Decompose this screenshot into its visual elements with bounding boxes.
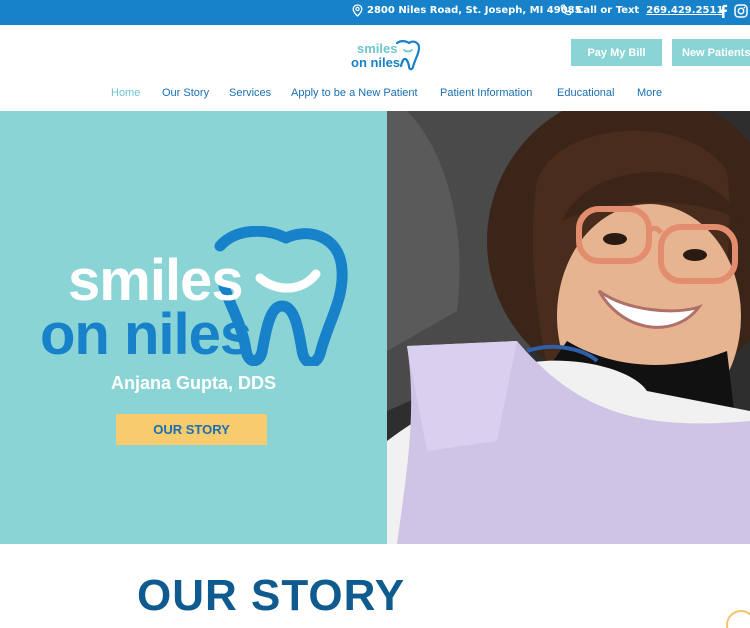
our-story-button[interactable]: OUR STORY: [116, 414, 267, 445]
map-pin-icon: [352, 4, 363, 17]
nav-item-our-story[interactable]: Our Story: [162, 87, 209, 99]
our-story-section: OUR STORY: [0, 544, 750, 628]
new-patients-button[interactable]: New Patients: [672, 39, 750, 66]
hero-logo: smiles on niles: [40, 226, 348, 366]
story-heading: OUR STORY: [137, 571, 406, 620]
nav-item-apply-new-patient[interactable]: Apply to be a New Patient: [291, 87, 418, 99]
call-label: Call or Text: [576, 4, 640, 16]
address-text: 2800 Niles Road, St. Joseph, MI 49085: [367, 5, 582, 16]
facebook-icon[interactable]: [718, 4, 728, 18]
call-block: Call or Text 269.429.2511: [560, 4, 723, 16]
nav-item-patient-information[interactable]: Patient Information: [440, 87, 532, 99]
social-links: [718, 4, 748, 18]
logo-line1: smiles: [357, 41, 397, 56]
hero-photo: [387, 111, 750, 544]
site-header: smiles on niles Pay My Bill New Patients…: [0, 25, 750, 111]
child-dentist-photo: [387, 111, 750, 544]
tooth-logo-icon: [395, 40, 421, 71]
pay-my-bill-button[interactable]: Pay My Bill: [571, 39, 662, 66]
nav-item-home[interactable]: Home: [111, 87, 140, 99]
top-contact-bar: 2800 Niles Road, St. Joseph, MI 49085 Ca…: [0, 0, 750, 25]
doctor-name: Anjana Gupta, DDS: [110, 373, 276, 393]
instagram-icon[interactable]: [734, 4, 748, 18]
logo-line2: on niles: [351, 55, 400, 70]
hero-panel: smiles on niles Anjana Gupta, DDS OUR ST…: [0, 111, 387, 544]
nav-item-educational[interactable]: Educational: [557, 87, 615, 99]
nav-item-more[interactable]: More: [637, 87, 662, 99]
address-block[interactable]: 2800 Niles Road, St. Joseph, MI 49085: [352, 4, 582, 17]
site-logo[interactable]: smiles on niles: [349, 37, 421, 73]
smile-curve-icon: [255, 269, 321, 293]
chat-widget-icon[interactable]: [726, 610, 750, 628]
hero-logo-line2: on niles: [40, 302, 251, 366]
main-nav: Home Our Story Services Apply to be a Ne…: [0, 87, 750, 105]
nav-item-services[interactable]: Services: [229, 87, 271, 99]
phone-icon: [560, 4, 572, 16]
phone-link[interactable]: 269.429.2511: [646, 5, 723, 16]
